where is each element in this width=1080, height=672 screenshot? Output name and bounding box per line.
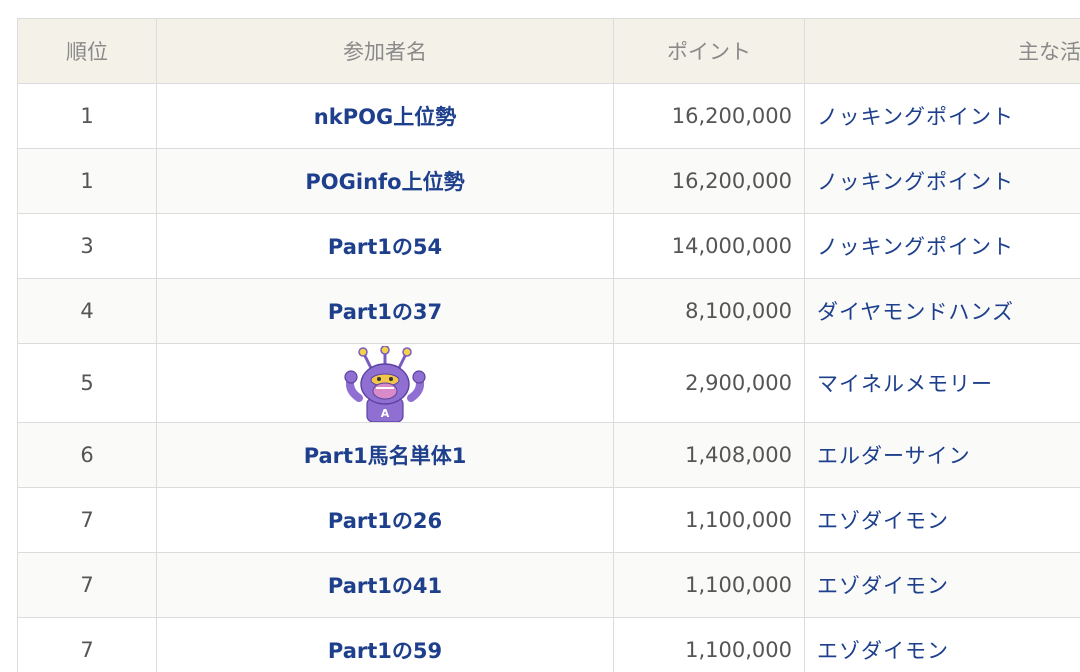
table-header-row: 順位 参加者名 ポイント 主な活 <box>17 18 1080 84</box>
horse-link[interactable]: エルダーサイン <box>804 422 1080 488</box>
header-main-horse[interactable]: 主な活 <box>804 18 1080 84</box>
rank-cell: 6 <box>17 422 157 488</box>
horse-link[interactable]: ダイヤモンドハンズ <box>804 278 1080 344</box>
ranking-table: 順位 参加者名 ポイント 主な活 1 nkPOG上位勢 16,200,000 ノ… <box>17 18 1080 672</box>
points-cell: 8,100,000 <box>613 278 805 344</box>
horse-link[interactable]: ノッキングポイント <box>804 213 1080 279</box>
rank-cell: 4 <box>17 278 157 344</box>
header-rank[interactable]: 順位 <box>17 18 157 84</box>
rank-cell: 7 <box>17 552 157 618</box>
participant-link[interactable]: Part1の54 <box>156 213 614 279</box>
points-cell: 1,100,000 <box>613 487 805 553</box>
table-row: 7 Part1の59 1,100,000 エゾダイモン <box>17 617 1080 672</box>
horse-link[interactable]: エゾダイモン <box>804 617 1080 672</box>
participant-link[interactable]: nkPOG上位勢 <box>156 83 614 149</box>
rank-cell: 7 <box>17 617 157 672</box>
participant-link[interactable]: POGinfo上位勢 <box>156 148 614 214</box>
participant-avatar-cell[interactable]: A <box>156 343 614 423</box>
participant-link[interactable]: Part1馬名単体1 <box>156 422 614 488</box>
table-row: 3 Part1の54 14,000,000 ノッキングポイント <box>17 213 1080 279</box>
rank-cell: 3 <box>17 213 157 279</box>
participant-link[interactable]: Part1の37 <box>156 278 614 344</box>
table-row: 1 nkPOG上位勢 16,200,000 ノッキングポイント <box>17 83 1080 149</box>
rank-cell: 1 <box>17 148 157 214</box>
rank-cell: 7 <box>17 487 157 553</box>
svg-text:A: A <box>381 407 390 420</box>
table-row: 5 A 2,900,000 マイネルメモリー <box>17 343 1080 423</box>
horse-link[interactable]: エゾダイモン <box>804 552 1080 618</box>
table-row: 6 Part1馬名単体1 1,408,000 エルダーサイン <box>17 422 1080 488</box>
table-row: 7 Part1の26 1,100,000 エゾダイモン <box>17 487 1080 553</box>
rank-cell: 5 <box>17 343 157 423</box>
table-row: 1 POGinfo上位勢 16,200,000 ノッキングポイント <box>17 148 1080 214</box>
header-name[interactable]: 参加者名 <box>156 18 614 84</box>
participant-link[interactable]: Part1の59 <box>156 617 614 672</box>
points-cell: 1,100,000 <box>613 617 805 672</box>
horse-link[interactable]: マイネルメモリー <box>804 343 1080 423</box>
points-cell: 1,408,000 <box>613 422 805 488</box>
points-cell: 14,000,000 <box>613 213 805 279</box>
horse-link[interactable]: エゾダイモン <box>804 487 1080 553</box>
points-cell: 16,200,000 <box>613 148 805 214</box>
ranking-table-container: 順位 参加者名 ポイント 主な活 1 nkPOG上位勢 16,200,000 ノ… <box>17 18 1080 672</box>
horse-link[interactable]: ノッキングポイント <box>804 83 1080 149</box>
points-cell: 2,900,000 <box>613 343 805 423</box>
participant-link[interactable]: Part1の41 <box>156 552 614 618</box>
table-row: 4 Part1の37 8,100,000 ダイヤモンドハンズ <box>17 278 1080 344</box>
mascot-avatar-icon[interactable]: A <box>341 345 429 422</box>
rank-cell: 1 <box>17 83 157 149</box>
points-cell: 16,200,000 <box>613 83 805 149</box>
header-points[interactable]: ポイント <box>613 18 805 84</box>
participant-link[interactable]: Part1の26 <box>156 487 614 553</box>
points-cell: 1,100,000 <box>613 552 805 618</box>
table-row: 7 Part1の41 1,100,000 エゾダイモン <box>17 552 1080 618</box>
horse-link[interactable]: ノッキングポイント <box>804 148 1080 214</box>
